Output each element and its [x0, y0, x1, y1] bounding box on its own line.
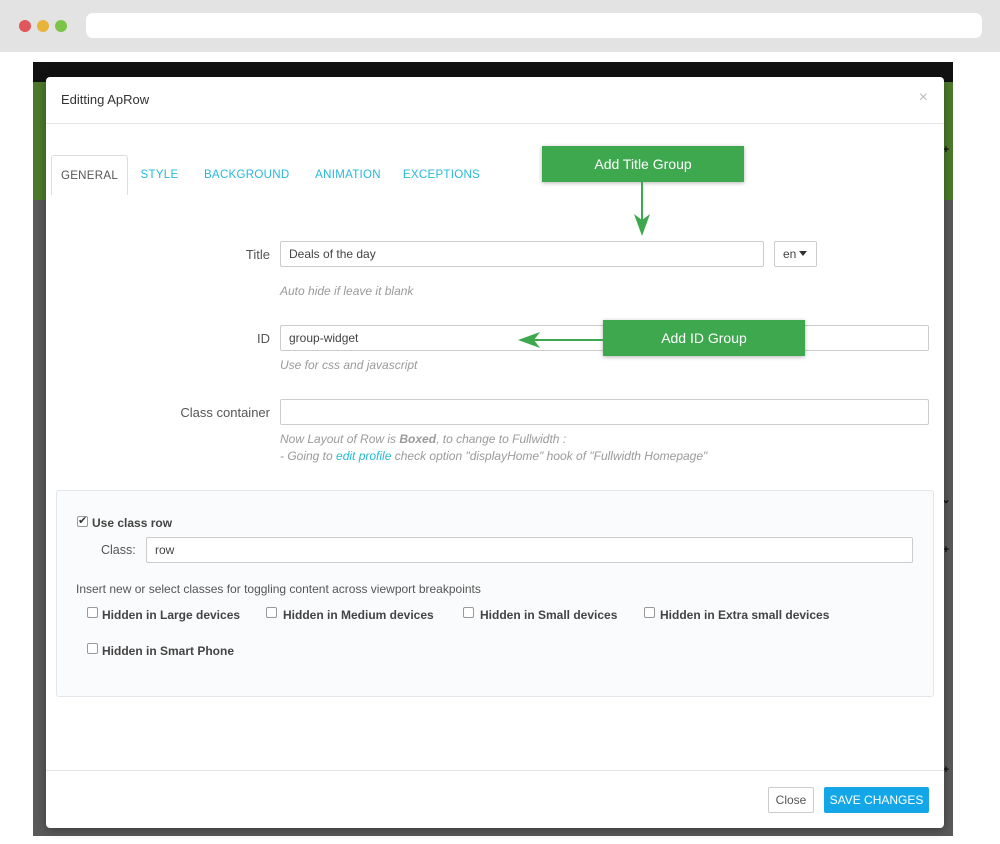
annotation-arrows: [518, 182, 650, 348]
arrow-down-icon: [634, 182, 650, 236]
arrow-left-icon: [518, 332, 603, 348]
